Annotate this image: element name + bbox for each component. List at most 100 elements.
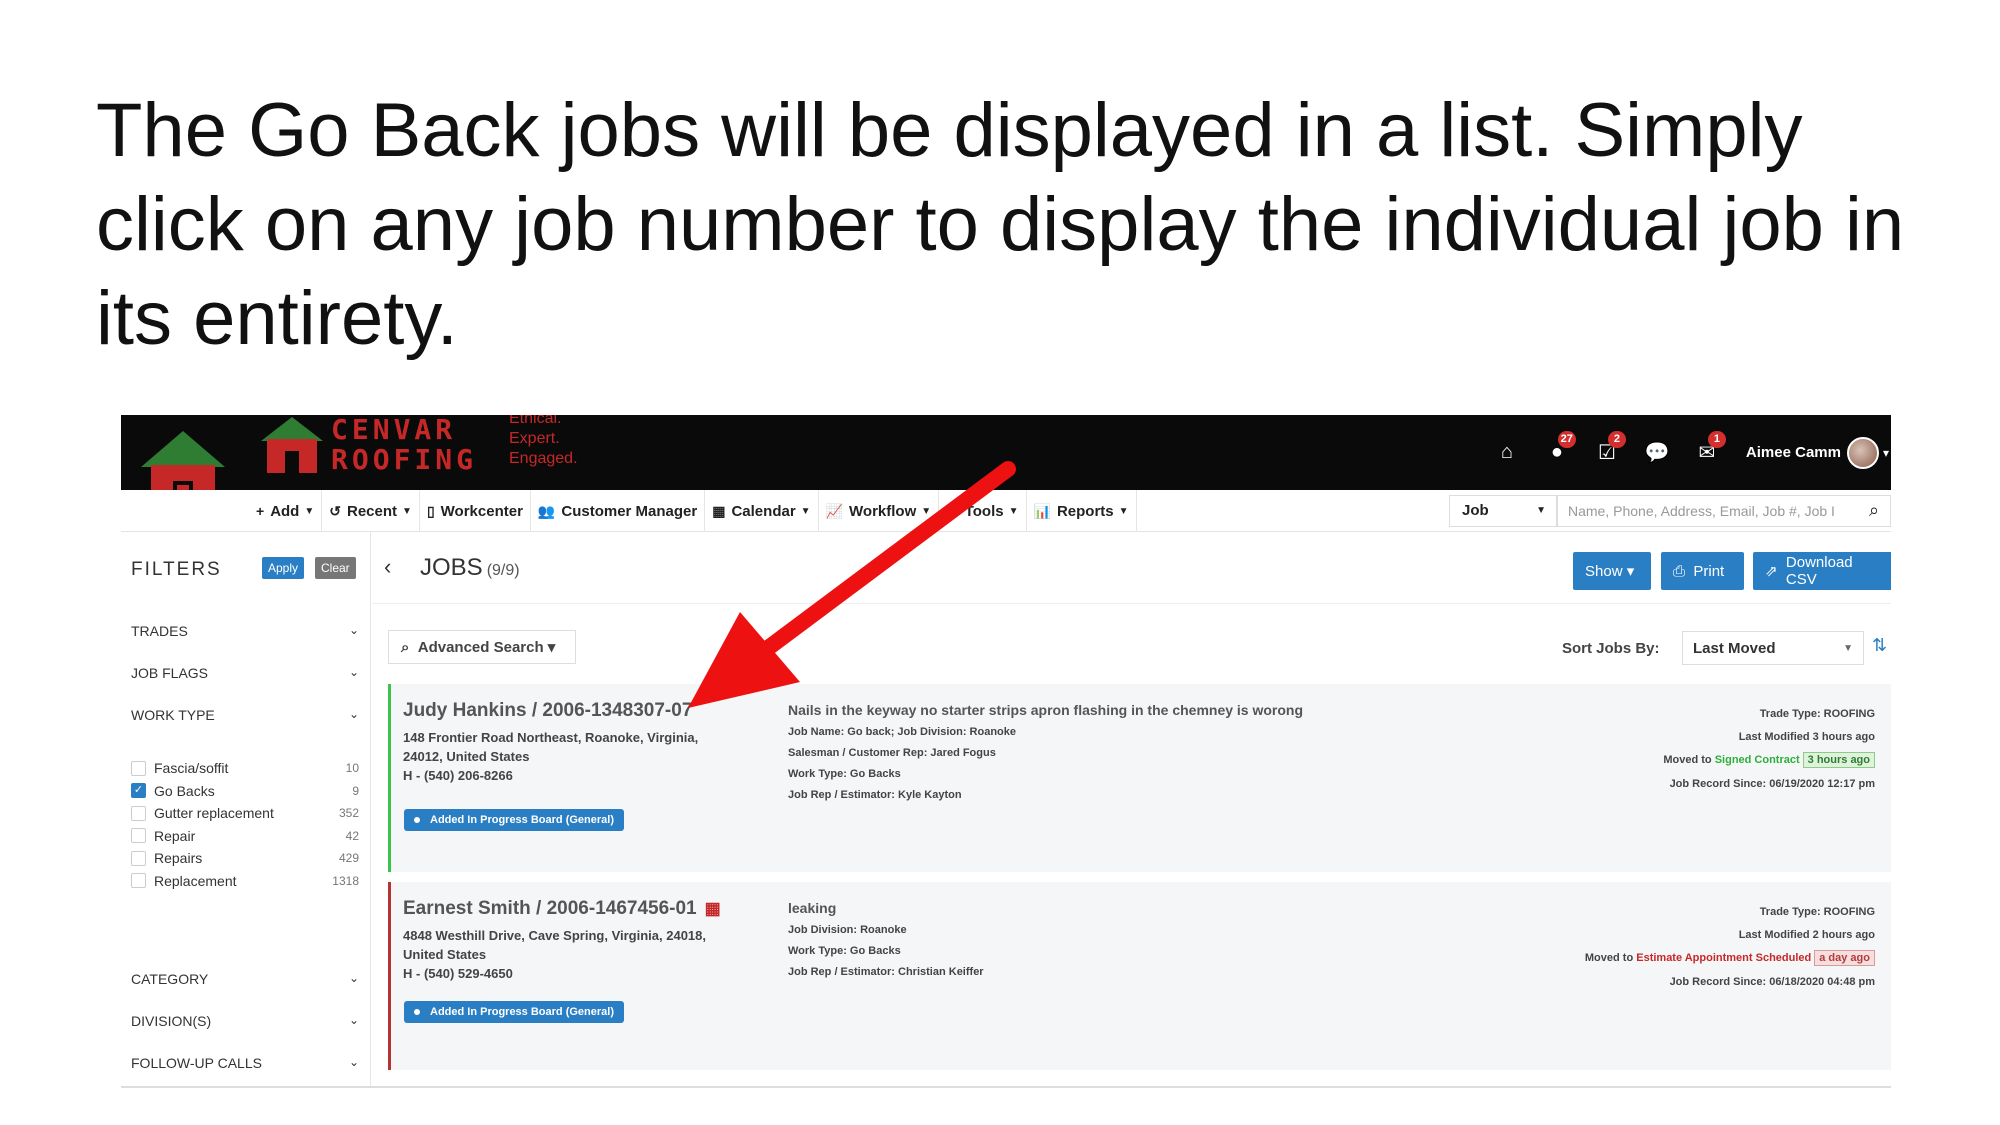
advanced-search-button[interactable]: ⌕ Advanced Search ▾ — [388, 630, 576, 664]
checkbox[interactable] — [131, 873, 146, 888]
brand-tagline: Ethical. Expert. Engaged. — [509, 415, 578, 467]
filter-section-job-flags[interactable]: JOB FLAGS ⌄ — [131, 665, 359, 681]
work-type-option[interactable]: Fascia/soffit 10 — [131, 760, 359, 776]
job-meta: Work Type: Go Backs — [788, 945, 901, 957]
search-icon[interactable]: ⌕ — [1869, 500, 1891, 522]
home-icon[interactable]: ⌂ — [1482, 433, 1532, 473]
user-name[interactable]: Aimee Camm — [1746, 444, 1841, 461]
clear-button[interactable]: Clear — [315, 557, 356, 579]
job-phone: H - (540) 206-8266 — [403, 768, 513, 783]
filter-section-category[interactable]: CATEGORY ⌄ — [131, 971, 359, 987]
job-card: Judy Hankins / 2006-1348307-07 148 Front… — [388, 684, 1891, 872]
tasks-badge: 2 — [1607, 430, 1626, 448]
job-description: leaking — [788, 900, 837, 916]
job-record-since: Job Record Since: 06/18/2020 04:48 pm — [1669, 976, 1875, 988]
chevron-down-icon: ▼ — [800, 505, 811, 517]
show-button[interactable]: Show ▾ — [1573, 552, 1651, 590]
slide-title: The Go Back jobs will be displayed in a … — [96, 88, 1905, 361]
work-type-option[interactable]: ✓ Go Backs 9 — [131, 783, 359, 799]
job-phone: H - (540) 529-4650 — [403, 966, 513, 981]
sort-label: Sort Jobs By: — [1562, 640, 1660, 657]
alert-icon[interactable]: ● 27 — [1532, 430, 1582, 473]
work-type-option[interactable]: Gutter replacement 352 — [131, 805, 359, 821]
nav-icon: 👥 — [537, 502, 556, 519]
chevron-down-icon: ⌄ — [348, 1055, 359, 1069]
nav-items: + Add ▼ ↺ Recent ▼ ▯ Workcenter 👥 Customer Manage… — [249, 490, 1137, 532]
work-type-count: 42 — [345, 828, 359, 843]
nav-item-workflow[interactable]: 📈 Workflow ▼ — [819, 490, 940, 532]
job-board-tag[interactable]: Added In Progress Board (General) — [404, 1001, 624, 1023]
nav-item-label: Add — [270, 502, 300, 520]
chat-icon[interactable]: 💬 — [1632, 433, 1682, 473]
app-screenshot: CENVAR ROOFING Ethical. Expert. Engaged.… — [121, 415, 1891, 1088]
chevron-down-icon: ⌄ — [348, 707, 359, 721]
checkbox[interactable] — [131, 828, 146, 843]
job-number-link[interactable]: Earnest Smith / 2006-1467456-01 ▦ — [403, 898, 721, 920]
nav-icon: + — [256, 503, 265, 519]
job-description: Nails in the keyway no starter strips ap… — [788, 702, 1304, 718]
chevron-down-icon: ⌄ — [348, 623, 359, 637]
mail-icon[interactable]: ✉ 1 — [1682, 430, 1732, 473]
sort-order-icon[interactable]: ⇅ — [1872, 635, 1887, 656]
job-trade-type: Trade Type: ROOFING — [1759, 708, 1875, 720]
nav-item-add[interactable]: + Add ▼ — [249, 490, 323, 532]
apply-button[interactable]: Apply — [262, 557, 305, 579]
tasks-icon[interactable]: ☑ 2 — [1582, 430, 1632, 473]
nav-item-label: Tools — [964, 502, 1004, 520]
nav-item-recent[interactable]: ↺ Recent ▼ — [322, 490, 420, 532]
filter-section-work-type[interactable]: WORK TYPE ⌄ — [131, 707, 359, 723]
nav-item-label: Recent — [347, 502, 398, 520]
work-type-label: Fascia/soffit — [154, 760, 229, 776]
work-type-count: 9 — [352, 783, 359, 798]
work-type-option[interactable]: Replacement 1318 — [131, 873, 359, 889]
nav-item-workcenter[interactable]: ▯ Workcenter — [420, 490, 531, 532]
back-chevron-icon[interactable]: ‹ — [384, 554, 391, 580]
work-type-count: 10 — [345, 761, 359, 775]
print-button[interactable]: ⎙ Print — [1661, 552, 1744, 590]
filter-section-trades[interactable]: TRADES ⌄ — [131, 623, 359, 639]
work-type-option[interactable]: Repairs 429 — [131, 850, 359, 866]
filter-section-follow-up-calls[interactable]: FOLLOW-UP CALLS ⌄ — [131, 1055, 359, 1071]
chevron-down-icon[interactable]: ▾ — [1883, 446, 1889, 460]
search-type-select[interactable]: Job ▼ — [1449, 495, 1557, 527]
top-icons: ⌂ ● 27 ☑ 2 💬 ✉ 1 Aimee Camm ▾ — [1482, 415, 1891, 490]
filter-section-divisions[interactable]: DIVISION(S) ⌄ — [131, 1013, 359, 1029]
jobs-main: ‹ JOBS (9/9) Show ▾ ⎙ Print ⇗ Download CS… — [372, 532, 1891, 1086]
top-bar: CENVAR ROOFING Ethical. Expert. Engaged.… — [121, 415, 1891, 515]
work-type-option[interactable]: Repair 42 — [131, 828, 359, 844]
chevron-down-icon: ▼ — [402, 505, 412, 517]
nav-icon: 📈 — [825, 502, 844, 519]
job-status-bar — [388, 882, 391, 1070]
work-type-label: Gutter replacement — [154, 805, 274, 821]
checkbox[interactable] — [131, 760, 146, 776]
work-type-count: 429 — [338, 851, 359, 865]
checkbox[interactable] — [131, 850, 146, 866]
chevron-down-icon: ▼ — [1118, 505, 1129, 517]
sort-select[interactable]: Last Moved ▼ — [1682, 631, 1864, 665]
job-card: Earnest Smith / 2006-1467456-01 ▦ 4848 We… — [388, 882, 1891, 1070]
nav-bar: + Add ▼ ↺ Recent ▼ ▯ Workcenter 👥 Customer Manage… — [121, 490, 1891, 532]
nav-item-label: Reports — [1056, 502, 1114, 520]
search-input[interactable]: Name, Phone, Address, Email, Job #, Job … — [1557, 495, 1891, 527]
brand-wordmark: CENVAR ROOFING — [331, 415, 478, 476]
work-type-count: 1318 — [332, 873, 359, 888]
checkbox[interactable]: ✓ — [131, 783, 146, 798]
nav-item-calendar[interactable]: ▦ Calendar ▼ — [705, 490, 819, 532]
chevron-down-icon: ▼ — [921, 505, 932, 517]
download-csv-button[interactable]: ⇗ Download CSV — [1753, 552, 1891, 590]
checkbox[interactable] — [131, 805, 146, 821]
job-address: 148 Frontier Road Northeast, Roanoke, Vi… — [403, 728, 733, 785]
avatar[interactable] — [1846, 436, 1879, 469]
nav-item-reports[interactable]: 📊 Reports ▼ — [1027, 490, 1137, 532]
job-moved-to: Moved to Estimate Appointment Scheduled a… — [1585, 950, 1875, 966]
nav-item-tools[interactable]: ⚙ Tools ▼ — [939, 490, 1027, 532]
job-number-link[interactable]: Judy Hankins / 2006-1348307-07 — [403, 700, 692, 722]
calendar-icon[interactable]: ▦ — [705, 899, 721, 918]
job-board-tag[interactable]: Added In Progress Board (General) — [404, 809, 624, 831]
work-type-label: Repair — [154, 827, 196, 844]
nav-icon: 📊 — [1033, 502, 1051, 519]
job-address: 4848 Westhill Drive, Cave Spring, Virgin… — [403, 926, 733, 983]
nav-item-customer-manager[interactable]: 👥 Customer Manager — [531, 490, 706, 532]
alerts-badge: 27 — [1557, 430, 1576, 448]
search-icon: ⌕ — [401, 638, 410, 656]
